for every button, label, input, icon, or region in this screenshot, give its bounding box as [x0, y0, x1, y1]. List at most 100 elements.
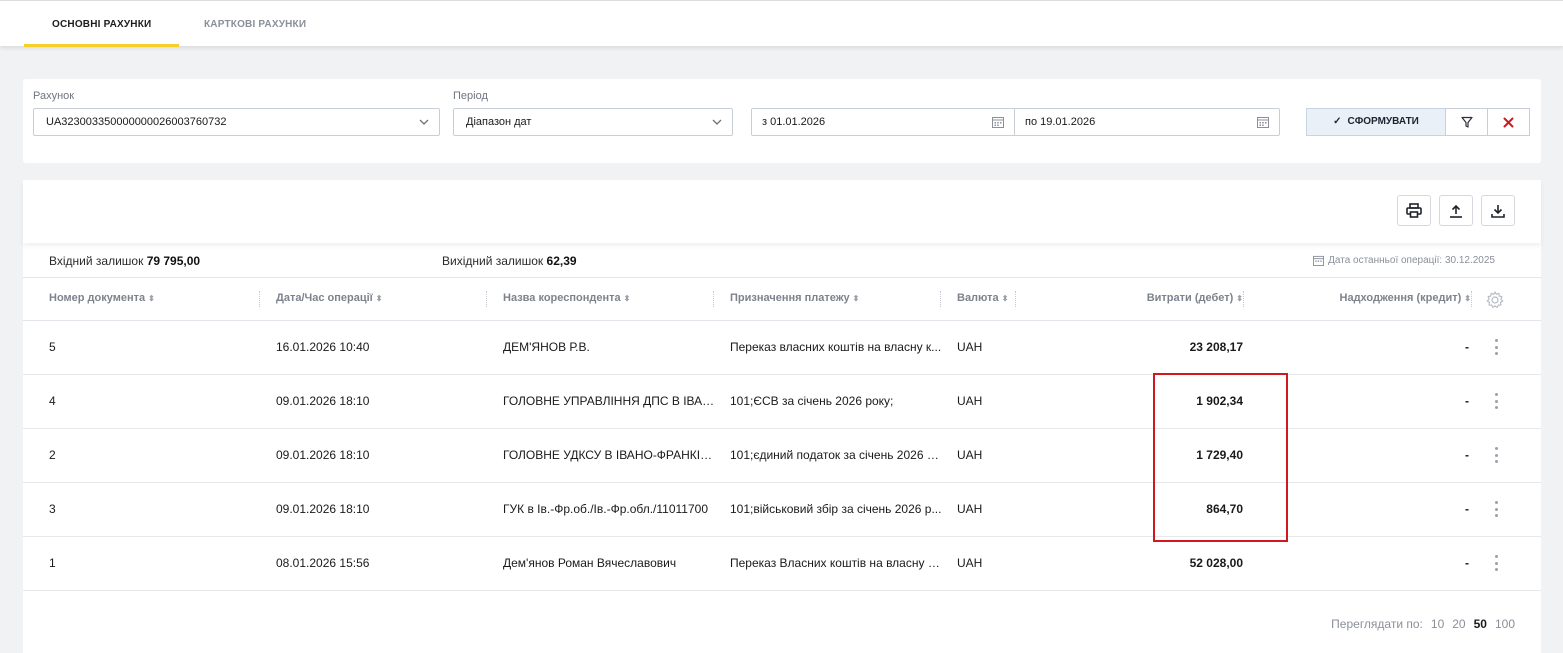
- opening-balance: Вхідний залишок 79 795,00: [49, 254, 200, 268]
- chevron-down-icon: [419, 119, 429, 125]
- cell-currency: UAH: [957, 556, 983, 570]
- page-size-option-selected[interactable]: 50: [1474, 617, 1487, 631]
- date-to-input[interactable]: по 19.01.2026: [1014, 108, 1280, 136]
- export-button[interactable]: [1439, 195, 1473, 226]
- closing-balance-value: 62,39: [546, 254, 577, 268]
- download-button[interactable]: [1481, 195, 1515, 226]
- opening-balance-label: Вхідний залишок: [49, 254, 144, 268]
- page-size-label: Переглядати по:: [1331, 617, 1423, 631]
- calendar-icon: [1313, 255, 1325, 266]
- table-row[interactable]: 3 09.01.2026 18:10 ГУК в Ів.-Фр.об./Ів.-…: [23, 483, 1541, 537]
- statement-card: Вхідний залишок 79 795,00 Вихідний залиш…: [23, 180, 1541, 653]
- print-button[interactable]: [1397, 195, 1431, 226]
- print-icon: [1406, 203, 1422, 218]
- cell-currency: UAH: [957, 394, 983, 408]
- closing-balance: Вихідний залишок 62,39: [442, 254, 577, 268]
- top-tab-bar: ОСНОВНІ РАХУНКИ КАРТКОВІ РАХУНКИ: [0, 0, 1563, 47]
- kebab-menu-icon[interactable]: [1489, 553, 1503, 573]
- date-to-value: по 19.01.2026: [1025, 116, 1096, 128]
- period-label: Період: [453, 90, 488, 102]
- column-label: Витрати (дебет): [1146, 292, 1234, 304]
- column-currency[interactable]: Валюта ⬍: [957, 292, 1008, 304]
- cell-debit: 23 208,17: [1189, 340, 1243, 354]
- column-debit[interactable]: Витрати (дебет) ⬍: [1147, 292, 1243, 304]
- column-divider[interactable]: [486, 291, 487, 307]
- column-label: Валюта: [957, 292, 999, 304]
- table-row[interactable]: 1 08.01.2026 15:56 Дем'янов Роман Вячесл…: [23, 537, 1541, 591]
- column-label: Номер документа: [49, 292, 146, 304]
- column-divider[interactable]: [1243, 291, 1244, 307]
- sort-icon: ⬍: [148, 294, 155, 303]
- kebab-menu-icon[interactable]: [1489, 445, 1503, 465]
- cell-debit: 864,70: [1206, 502, 1243, 516]
- cell-doc-number: 1: [49, 556, 56, 570]
- cell-datetime: 16.01.2026 10:40: [276, 340, 370, 354]
- cell-currency: UAH: [957, 502, 983, 516]
- cell-purpose: 101;єдиний податок за січень 2026 р...: [730, 448, 942, 462]
- column-divider[interactable]: [259, 291, 260, 307]
- column-credit[interactable]: Надходження (кредит) ⬍: [1340, 292, 1471, 304]
- column-divider[interactable]: [1471, 291, 1472, 307]
- last-operation-text: Дата останньої операції: 30.12.2025: [1328, 255, 1495, 266]
- cell-correspondent: ГУК в Ів.-Фр.об./Ів.-Фр.обл./11011700: [503, 502, 708, 516]
- cell-credit: -: [1465, 340, 1469, 354]
- column-label: Дата/Час операції: [276, 292, 373, 304]
- table-row[interactable]: 4 09.01.2026 18:10 ГОЛОВНЕ УПРАВЛІННЯ ДП…: [23, 375, 1541, 429]
- column-doc-number[interactable]: Номер документа ⬍: [49, 292, 155, 304]
- download-icon: [1491, 204, 1505, 218]
- closing-balance-label: Вихідний залишок: [442, 254, 544, 268]
- date-from-input[interactable]: з 01.01.2026: [751, 108, 1015, 136]
- page-size-selector: Переглядати по: 10 20 50 100: [1331, 617, 1515, 631]
- period-value: Діапазон дат: [466, 116, 532, 128]
- submit-button[interactable]: ✓ СФОРМУВАТИ: [1306, 108, 1446, 136]
- date-from-value: з 01.01.2026: [762, 116, 826, 128]
- sort-icon: ⬍: [1464, 294, 1471, 303]
- statement-toolbar: [23, 180, 1541, 243]
- calendar-icon: [1257, 117, 1269, 128]
- close-icon: [1503, 117, 1514, 127]
- table-row[interactable]: 5 16.01.2026 10:40 ДЕМ'ЯНОВ Р.В. Переказ…: [23, 321, 1541, 375]
- cell-purpose: Переказ Власних коштів на власну к...: [730, 556, 942, 570]
- gear-icon[interactable]: [1485, 290, 1505, 310]
- page-size-option[interactable]: 100: [1495, 617, 1515, 631]
- cell-purpose: 101;ЄСВ за січень 2026 року;: [730, 394, 894, 408]
- sort-icon: ⬍: [623, 294, 631, 303]
- cell-correspondent: ГОЛОВНЕ УДКСУ В ІВАНО-ФРАНКІВС...: [503, 448, 715, 462]
- cell-datetime: 08.01.2026 15:56: [276, 556, 370, 570]
- kebab-menu-icon[interactable]: [1489, 499, 1503, 519]
- cell-credit: -: [1465, 448, 1469, 462]
- cell-credit: -: [1465, 502, 1469, 516]
- page-size-option[interactable]: 10: [1431, 617, 1444, 631]
- cell-purpose: Переказ власних коштів на власну к...: [730, 340, 942, 354]
- column-datetime[interactable]: Дата/Час операції ⬍: [276, 292, 382, 304]
- column-divider[interactable]: [713, 291, 714, 307]
- column-divider[interactable]: [940, 291, 941, 307]
- cell-correspondent: ДЕМ'ЯНОВ Р.В.: [503, 340, 590, 354]
- kebab-menu-icon[interactable]: [1489, 391, 1503, 411]
- column-correspondent[interactable]: Назва кореспондента ⬍: [503, 292, 630, 304]
- kebab-menu-icon[interactable]: [1489, 337, 1503, 357]
- clear-button[interactable]: [1487, 108, 1530, 136]
- calendar-icon: [992, 117, 1004, 128]
- table-row[interactable]: 2 09.01.2026 18:10 ГОЛОВНЕ УДКСУ В ІВАНО…: [23, 429, 1541, 483]
- account-select[interactable]: UA323003350000000026003760732: [33, 108, 440, 136]
- cell-debit: 1 902,34: [1196, 394, 1243, 408]
- tab-main-accounts[interactable]: ОСНОВНІ РАХУНКИ: [24, 1, 180, 47]
- account-value: UA323003350000000026003760732: [46, 116, 227, 128]
- sort-icon: ⬍: [375, 294, 383, 303]
- cell-debit: 52 028,00: [1189, 556, 1243, 570]
- checkmark-icon: ✓: [1333, 116, 1342, 127]
- filter-button[interactable]: [1445, 108, 1488, 136]
- cell-purpose: 101;військовий збір за січень 2026 р...: [730, 502, 942, 516]
- table-header: Номер документа ⬍ Дата/Час операції ⬍ Назв…: [23, 279, 1541, 321]
- column-label: Призначення платежу: [730, 292, 850, 304]
- tab-card-accounts[interactable]: КАРТКОВІ РАХУНКИ: [176, 1, 334, 47]
- account-label: Рахунок: [33, 90, 75, 102]
- sort-icon: ⬍: [1001, 294, 1009, 303]
- filter-panel: Рахунок UA323003350000000026003760732 Пе…: [23, 79, 1541, 163]
- page-size-option[interactable]: 20: [1452, 617, 1465, 631]
- period-select[interactable]: Діапазон дат: [453, 108, 733, 136]
- column-divider[interactable]: [1015, 291, 1016, 307]
- cell-debit: 1 729,40: [1196, 448, 1243, 462]
- column-purpose[interactable]: Призначення платежу ⬍: [730, 292, 859, 304]
